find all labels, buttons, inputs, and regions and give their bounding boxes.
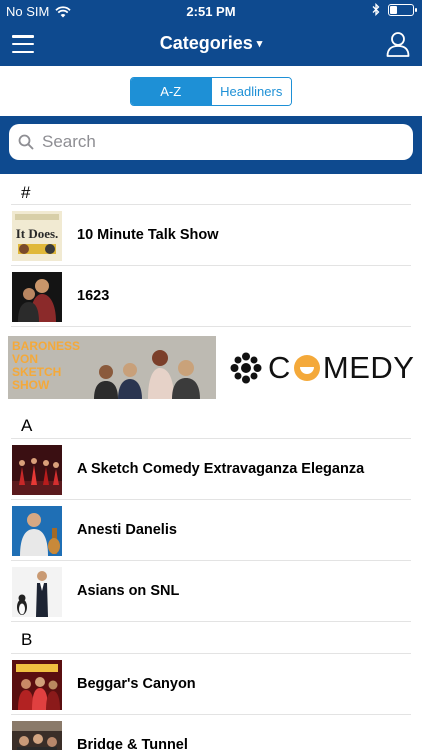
segment-area: A-Z Headliners [0,66,422,116]
status-bar: No SIM 2:51 PM [0,0,422,22]
status-right [372,3,417,16]
bluetooth-icon [372,3,380,16]
segment-headliners[interactable]: Headliners [210,78,291,105]
thumbnail-beggars-canyon [12,660,62,710]
banner-text: VON [12,352,38,366]
divider [11,621,411,622]
banner-text: SKETCH [12,365,61,379]
thumbnail-1623 [12,272,62,322]
thumbnail-anesti-danelis [12,506,62,556]
list-item[interactable]: Anesti Danelis [0,500,422,561]
search-icon [18,134,34,150]
thumbnail-bridge-and-tunnel [12,721,62,750]
list-item[interactable]: It Does. 10 Minute Talk Show [0,205,422,266]
thumbnail-text: It Does. [16,226,59,241]
section-header-b: B [21,630,33,649]
list-item-label: Asians on SNL [77,583,180,599]
smile-o-icon [293,355,320,381]
thumbnail-sketch-comedy [12,445,62,495]
list-item[interactable]: Asians on SNL [0,561,422,622]
section-header-a: A [21,416,33,435]
search-box[interactable] [9,124,413,160]
list-item[interactable]: Bridge & Tunnel [0,715,422,750]
list-item-label: A Sketch Comedy Extravaganza Eleganza [77,461,365,477]
comedy-wordmark: C MEDY [268,350,414,386]
nav-title-label: Categories [159,33,253,53]
list-item[interactable]: Beggar's Canyon [0,654,422,715]
cbc-comedy-logo: C MEDY [230,350,414,386]
search-bar [0,116,422,174]
list-item[interactable]: 1623 [0,266,422,327]
section-header-hash: # [21,183,31,202]
list-item-label: 1623 [77,288,110,304]
list-item[interactable]: A Sketch Comedy Extravaganza Eleganza [0,439,422,500]
user-icon[interactable] [386,31,410,57]
banner-text: BARONESS [12,339,80,353]
battery-level [390,5,398,14]
thumbnail-10-minute-talk-show: It Does. [12,211,62,261]
cbc-comedy-banner[interactable]: BARONESS VON SKETCH SHOW C MEDY [8,336,414,399]
baroness-von-sketch-show-image: BARONESS VON SKETCH SHOW [8,336,216,399]
segment-a-z[interactable]: A-Z [131,78,211,105]
divider [11,326,411,327]
list-item-label: Anesti Danelis [77,522,177,538]
list-item-label: Beggar's Canyon [77,676,196,692]
caret-down-icon: ▾ [256,38,263,50]
nav-bar: Categories ▾ [0,22,422,66]
search-input[interactable] [42,132,382,152]
banner-text: SHOW [12,378,50,392]
categories-dropdown[interactable]: Categories ▾ [0,33,422,54]
list-item-label: 10 Minute Talk Show [77,227,219,243]
status-time: 2:51 PM [186,4,236,19]
list-item-label: Bridge & Tunnel [77,737,188,750]
thumbnail-asians-on-snl [12,567,62,617]
sort-segmented-control: A-Z Headliners [130,77,292,106]
battery-icon [388,3,417,16]
wordmark-medy: MEDY [322,350,415,385]
cbc-gem-icon [230,352,262,384]
wordmark-c: C [268,350,291,385]
